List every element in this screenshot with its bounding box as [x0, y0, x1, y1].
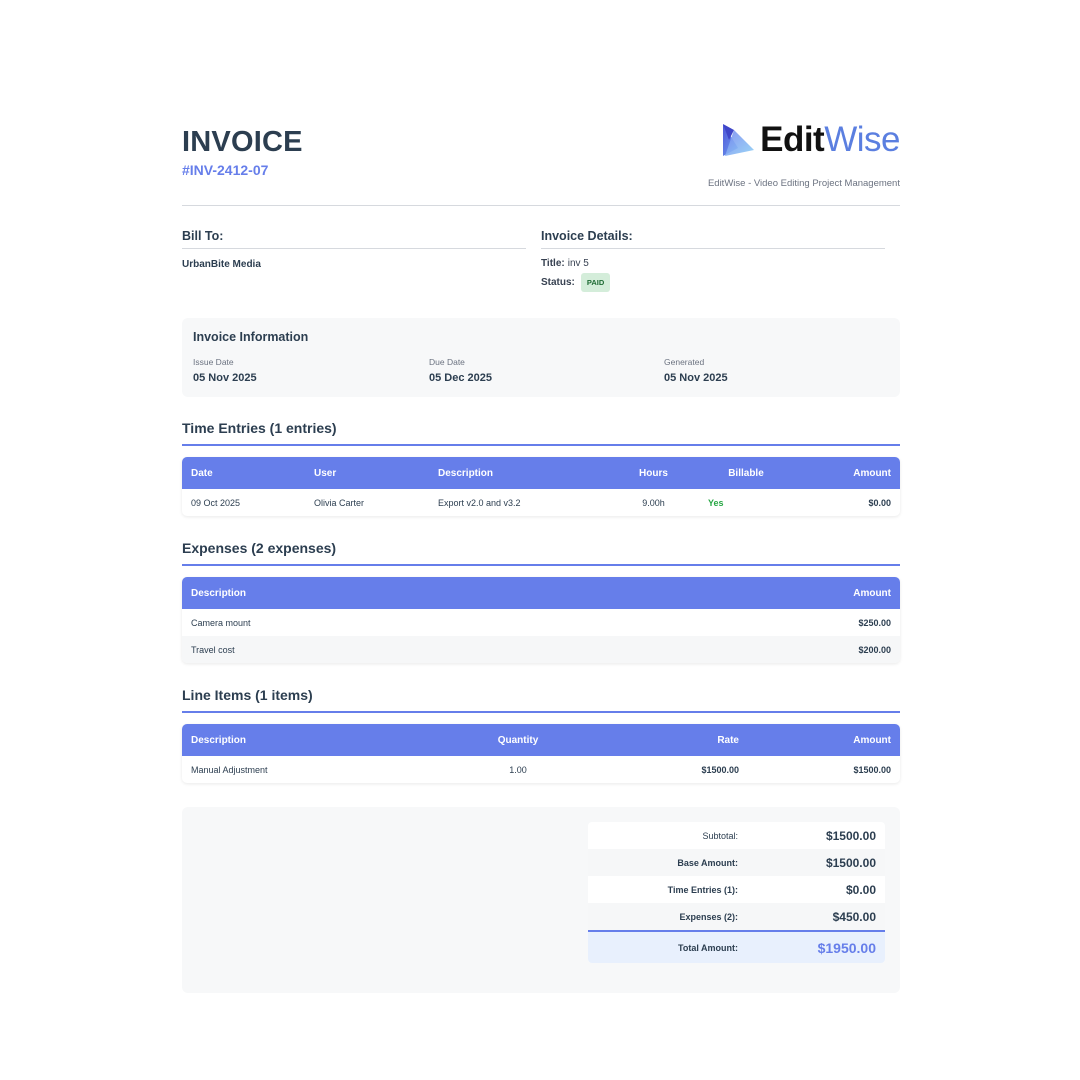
cell-amount: $200.00	[858, 644, 891, 655]
expenses-section: Expenses (2 expenses) Description Amount…	[182, 540, 900, 663]
title-label: Title:	[541, 258, 565, 269]
issue-date-value: 05 Nov 2025	[193, 372, 257, 384]
table-row: 09 Oct 2025 Olivia Carter Export v2.0 an…	[182, 489, 900, 516]
line-items-table: Description Quantity Rate Amount Manual …	[182, 724, 900, 783]
due-date-label: Due Date	[429, 357, 465, 367]
invoice-page: INVOICE #INV-2412-07 EditWise EditWise -…	[182, 118, 900, 993]
expenses-total-value: $450.00	[832, 909, 876, 924]
expenses-heading: Expenses (2 expenses)	[182, 540, 900, 566]
logo-wise-text: Wise	[824, 120, 900, 159]
table-row: Manual Adjustment 1.00 $1500.00 $1500.00	[182, 756, 900, 783]
column-header-description: Description	[191, 587, 247, 599]
invoice-details-column: Invoice Details: Title: inv 5 Status: PA…	[541, 229, 885, 292]
cell-user: Olivia Carter	[314, 497, 365, 508]
generated-date-label: Generated	[664, 357, 705, 367]
cell-description: Manual Adjustment	[191, 764, 268, 775]
generated-date-block: Generated 05 Nov 2025	[664, 357, 728, 384]
line-items-table-wrapper: Description Quantity Rate Amount Manual …	[182, 724, 900, 783]
cell-amount: $250.00	[858, 617, 891, 628]
total-amount-row: Total Amount: $1950.00	[588, 930, 885, 963]
cell-description: Travel cost	[191, 644, 235, 655]
cell-description: Export v2.0 and v3.2	[438, 497, 521, 508]
column-header-description: Description	[438, 467, 494, 479]
time-entries-section: Time Entries (1 entries) Date User Descr…	[182, 420, 900, 516]
bill-to-column: Bill To: UrbanBite Media	[182, 229, 526, 270]
column-header-amount: Amount	[853, 467, 891, 479]
time-entries-table: Date User Description Hours Billable Amo…	[182, 457, 900, 516]
column-header-quantity: Quantity	[497, 734, 539, 746]
invoice-title-line: Title: inv 5	[541, 258, 885, 269]
table-row: Camera mount $250.00	[182, 609, 900, 636]
column-header-user: User	[314, 467, 337, 479]
subtotal-row: Subtotal: $1500.00	[588, 822, 885, 849]
line-items-heading: Line Items (1 items)	[182, 687, 900, 713]
logo-mark-icon	[723, 124, 755, 156]
due-date-block: Due Date 05 Dec 2025	[429, 357, 492, 384]
subtotal-label: Subtotal:	[702, 830, 738, 841]
due-date-value: 05 Dec 2025	[429, 372, 492, 384]
invoice-title: INVOICE	[182, 126, 303, 158]
time-entries-total-row: Time Entries (1): $0.00	[588, 876, 885, 903]
time-entries-total-value: $0.00	[845, 882, 876, 897]
invoice-information-heading: Invoice Information	[193, 330, 309, 344]
invoice-number: #INV-2412-07	[182, 162, 269, 178]
invoice-header: INVOICE #INV-2412-07 EditWise EditWise -…	[182, 118, 900, 206]
base-amount-row: Base Amount: $1500.00	[588, 849, 885, 876]
editwise-logo: EditWise	[720, 120, 900, 160]
client-name: UrbanBite Media	[182, 259, 261, 270]
title-value: inv 5	[567, 258, 589, 269]
status-badge: PAID	[580, 273, 611, 292]
column-header-amount: Amount	[853, 734, 891, 746]
invoice-information-box: Invoice Information Issue Date 05 Nov 20…	[182, 318, 900, 397]
expenses-table: Description Amount Camera mount $250.00 …	[182, 577, 900, 663]
billing-section: Bill To: UrbanBite Media Invoice Details…	[182, 206, 900, 318]
cell-quantity: 1.00	[509, 764, 527, 775]
table-row: Travel cost $200.00	[182, 636, 900, 663]
cell-amount: $0.00	[868, 497, 891, 508]
table-header-row: Date User Description Hours Billable Amo…	[182, 457, 900, 489]
base-amount-label: Base Amount:	[677, 857, 738, 868]
bill-to-heading: Bill To:	[182, 229, 526, 249]
totals-section: Subtotal: $1500.00 Base Amount: $1500.00…	[182, 807, 900, 993]
subtotal-value: $1500.00	[825, 828, 876, 843]
column-header-rate: Rate	[717, 734, 739, 746]
column-header-billable: Billable	[728, 467, 764, 479]
totals-table: Subtotal: $1500.00 Base Amount: $1500.00…	[588, 822, 885, 963]
expenses-total-label: Expenses (2):	[679, 911, 738, 922]
column-header-amount: Amount	[853, 587, 891, 599]
logo-wordmark: EditWise	[760, 120, 900, 160]
expenses-table-wrapper: Description Amount Camera mount $250.00 …	[182, 577, 900, 663]
cell-rate: $1500.00	[701, 764, 739, 775]
issue-date-block: Issue Date 05 Nov 2025	[193, 357, 257, 384]
expenses-total-row: Expenses (2): $450.00	[588, 903, 885, 930]
cell-billable: Yes	[708, 497, 724, 508]
generated-date-value: 05 Nov 2025	[664, 372, 728, 384]
line-items-section: Line Items (1 items) Description Quantit…	[182, 687, 900, 783]
time-entries-total-label: Time Entries (1):	[667, 884, 738, 895]
logo-edit-text: Edit	[760, 120, 825, 159]
total-amount-label: Total Amount:	[678, 942, 738, 953]
issue-date-label: Issue Date	[193, 357, 234, 367]
invoice-details-heading: Invoice Details:	[541, 229, 885, 249]
time-entries-table-wrapper: Date User Description Hours Billable Amo…	[182, 457, 900, 516]
base-amount-value: $1500.00	[825, 855, 876, 870]
column-header-description: Description	[191, 734, 247, 746]
column-header-hours: Hours	[639, 467, 668, 479]
column-header-date: Date	[191, 467, 213, 479]
cell-amount: $1500.00	[853, 764, 891, 775]
table-header-row: Description Quantity Rate Amount	[182, 724, 900, 756]
table-header-row: Description Amount	[182, 577, 900, 609]
total-amount-value: $1950.00	[817, 939, 876, 956]
cell-description: Camera mount	[191, 617, 251, 628]
time-entries-heading: Time Entries (1 entries)	[182, 420, 900, 446]
status-label: Status:	[541, 277, 575, 288]
company-tagline: EditWise - Video Editing Project Managem…	[707, 178, 900, 189]
invoice-status-line: Status: PAID	[541, 273, 885, 292]
cell-hours: 9.00h	[642, 497, 665, 508]
cell-date: 09 Oct 2025	[191, 497, 241, 508]
